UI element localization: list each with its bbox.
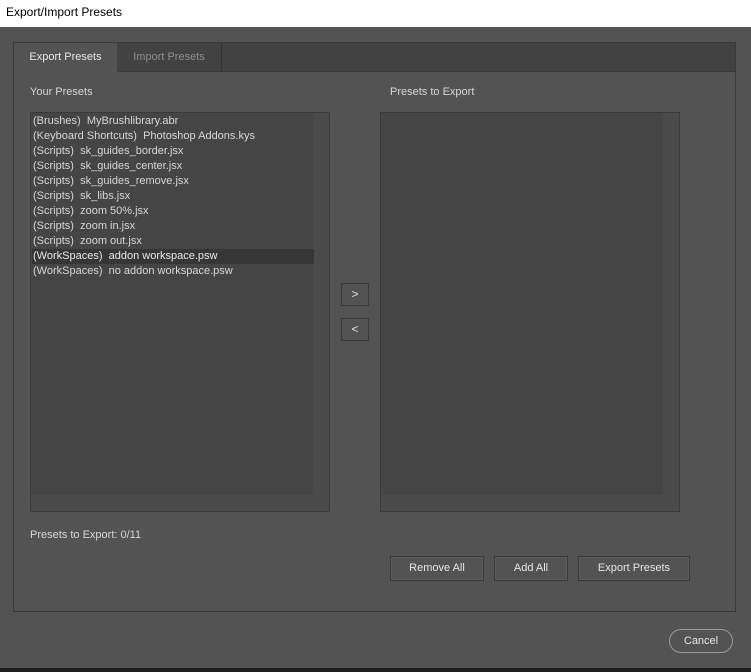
- preset-filename: zoom in.jsx: [80, 220, 136, 232]
- cancel-button[interactable]: Cancel: [669, 629, 733, 653]
- preset-category: (WorkSpaces): [33, 250, 103, 262]
- remove-all-button[interactable]: Remove All: [390, 556, 484, 581]
- list-item[interactable]: (Scripts) zoom out.jsx: [32, 234, 314, 249]
- preset-category: (Scripts): [33, 220, 74, 232]
- list-item[interactable]: (Scripts) sk_guides_border.jsx: [32, 144, 314, 159]
- preset-filename: zoom out.jsx: [80, 235, 142, 247]
- list-item[interactable]: (Scripts) zoom 50%.jsx: [32, 204, 314, 219]
- list-item[interactable]: (Keyboard Shortcuts) Photoshop Addons.ky…: [32, 129, 314, 144]
- preset-category: (Scripts): [33, 175, 74, 187]
- remove-preset-button[interactable]: <: [341, 318, 369, 341]
- preset-filename: sk_guides_remove.jsx: [80, 175, 189, 187]
- presets-to-export-label: Presets to Export: [390, 86, 475, 98]
- preset-filename: Photoshop Addons.kys: [143, 130, 255, 142]
- your-presets-hscrollbar[interactable]: [31, 495, 329, 511]
- add-preset-button[interactable]: >: [341, 283, 369, 306]
- preset-category: (Scripts): [33, 145, 74, 157]
- preset-category: (Scripts): [33, 205, 74, 217]
- list-item[interactable]: (WorkSpaces) addon workspace.psw: [32, 249, 314, 264]
- preset-filename: sk_guides_border.jsx: [80, 145, 184, 157]
- window-title: Export/Import Presets: [6, 5, 123, 19]
- presets-to-export-scrollbar[interactable]: [663, 113, 679, 511]
- list-item[interactable]: (Scripts) sk_guides_remove.jsx: [32, 174, 314, 189]
- preset-category: (Scripts): [33, 160, 74, 172]
- tab-import-presets[interactable]: Import Presets: [117, 43, 222, 72]
- add-all-button[interactable]: Add All: [494, 556, 568, 581]
- presets-count-status: Presets to Export: 0/11: [30, 529, 142, 541]
- preset-category: (Brushes): [33, 115, 81, 127]
- list-item[interactable]: (Brushes) MyBrushlibrary.abr: [32, 114, 314, 129]
- presets-to-export-hscrollbar[interactable]: [381, 495, 679, 511]
- preset-category: (Keyboard Shortcuts): [33, 130, 137, 142]
- preset-category: (Scripts): [33, 190, 74, 202]
- list-item[interactable]: (WorkSpaces) no addon workspace.psw: [32, 264, 314, 279]
- presets-to-export-list[interactable]: [380, 112, 680, 512]
- list-item[interactable]: (Scripts) zoom in.jsx: [32, 219, 314, 234]
- window-bottom-edge: [0, 668, 751, 672]
- preset-filename: zoom 50%.jsx: [80, 205, 149, 217]
- preset-filename: no addon workspace.psw: [108, 265, 233, 277]
- your-presets-list[interactable]: (Brushes) MyBrushlibrary.abr (Keyboard Sh…: [30, 112, 330, 512]
- preset-category: (Scripts): [33, 235, 74, 247]
- list-item[interactable]: (Scripts) sk_guides_center.jsx: [32, 159, 314, 174]
- your-presets-scrollbar[interactable]: [313, 113, 329, 511]
- your-presets-label: Your Presets: [30, 86, 93, 98]
- tab-strip: Export Presets Import Presets: [14, 43, 735, 72]
- export-presets-button[interactable]: Export Presets: [578, 556, 690, 581]
- preset-filename: MyBrushlibrary.abr: [86, 115, 179, 127]
- preset-category: (WorkSpaces): [33, 265, 103, 277]
- window-titlebar: Export/Import Presets: [0, 0, 751, 27]
- preset-filename: addon workspace.psw: [108, 250, 218, 262]
- preset-filename: sk_libs.jsx: [80, 190, 131, 202]
- preset-filename: sk_guides_center.jsx: [80, 160, 183, 172]
- list-item[interactable]: (Scripts) sk_libs.jsx: [32, 189, 314, 204]
- tab-export-presets[interactable]: Export Presets: [14, 43, 117, 72]
